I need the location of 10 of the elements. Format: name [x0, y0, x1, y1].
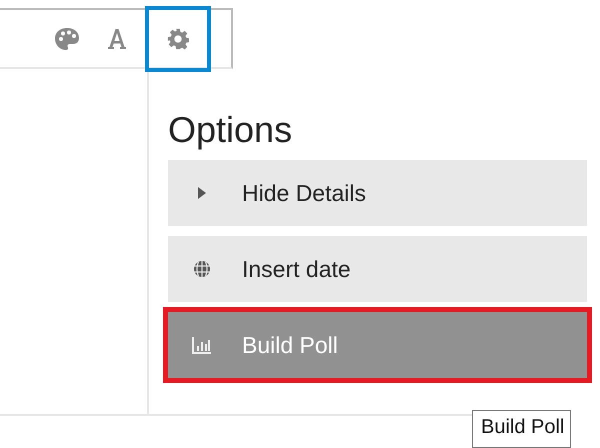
- tooltip: Build Poll: [472, 410, 572, 448]
- chart-icon: [192, 336, 212, 354]
- menu-title: Options: [168, 112, 294, 148]
- menu-item[interactable]: Insert date: [168, 236, 587, 302]
- globe-icon: [192, 260, 212, 278]
- menu-item[interactable]: Hide Details: [168, 160, 587, 226]
- palette-icon: [54, 26, 80, 50]
- toolbar-button[interactable]: [145, 6, 211, 72]
- letter-icon: [106, 28, 128, 50]
- settings-icon: [167, 28, 189, 50]
